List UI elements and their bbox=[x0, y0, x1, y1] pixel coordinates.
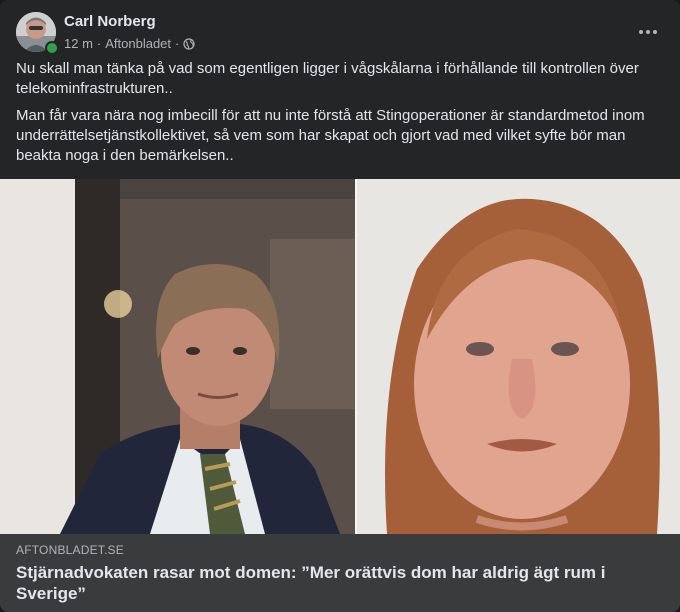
online-status-indicator bbox=[45, 41, 59, 55]
post-text: Nu skall man tänka på vad som egentligen… bbox=[16, 59, 656, 173]
post-time[interactable]: 12 m bbox=[64, 36, 93, 51]
more-dot-icon bbox=[646, 30, 650, 34]
post-paragraph: Man får vara nära nog imbecill för att n… bbox=[16, 107, 645, 164]
globe-icon[interactable] bbox=[183, 37, 195, 50]
suspect-photo bbox=[357, 179, 680, 534]
post-card: Carl Norberg 12 m · Aftonbladet · Nu ska… bbox=[0, 0, 680, 612]
more-options-button[interactable] bbox=[632, 16, 664, 48]
link-domain: AFTONBLADET.SE bbox=[16, 543, 124, 557]
post-header: Carl Norberg 12 m · Aftonbladet · bbox=[16, 12, 664, 56]
more-dot-icon bbox=[639, 30, 643, 34]
post-image[interactable] bbox=[0, 179, 680, 534]
lawyer-photo bbox=[0, 179, 355, 534]
post-paragraph: Nu skall man tänka på vad som egentligen… bbox=[16, 60, 639, 97]
suspect-photo-illustration bbox=[357, 179, 680, 534]
post-meta: 12 m · Aftonbladet · bbox=[64, 36, 195, 51]
lawyer-photo-illustration bbox=[0, 179, 355, 534]
link-title[interactable]: Stjärnadvokaten rasar mot domen: ”Mer or… bbox=[16, 562, 656, 604]
post-source[interactable]: Aftonbladet bbox=[105, 36, 171, 51]
meta-separator: · bbox=[96, 36, 102, 51]
more-dot-icon bbox=[653, 30, 657, 34]
meta-separator: · bbox=[175, 36, 180, 51]
author-name[interactable]: Carl Norberg bbox=[64, 13, 156, 30]
link-preview[interactable]: AFTONBLADET.SE Stjärnadvokaten rasar mot… bbox=[0, 534, 680, 612]
